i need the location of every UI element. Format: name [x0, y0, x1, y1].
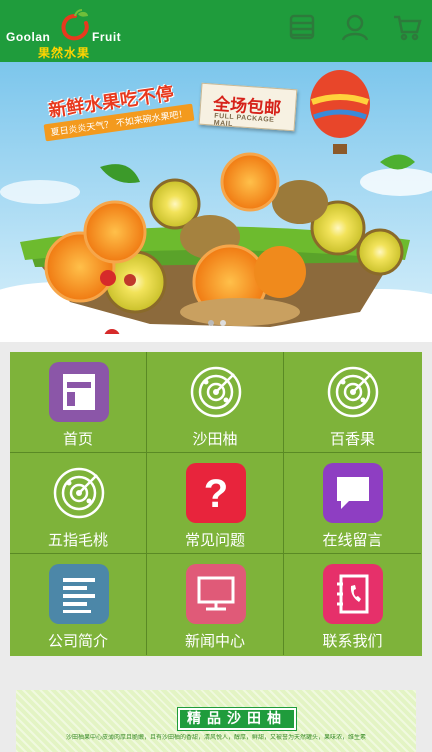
nav-label: 首页: [62, 430, 93, 448]
menu-list-icon[interactable]: [287, 12, 317, 42]
section-intro: 沙田柚果中心皮薄肉厚且脆嫩，且有沙田柚的香甜，清风悦人，醇厚，鲜甜，又被誉为天然…: [66, 734, 366, 741]
hero-banner[interactable]: 新鲜水果吃不停 夏日炎炎天气？ 不如来碗水果吧！ 全场包邮 FULL PACKA…: [0, 62, 432, 334]
cart-icon[interactable]: [392, 12, 422, 42]
logo-text-cn: 果然水果: [38, 46, 91, 60]
logo-text-goolan: Goolan: [6, 30, 51, 44]
text-lines-icon: [49, 564, 109, 624]
document-icon: [49, 362, 109, 422]
fruit-logo-mark-icon: [61, 9, 89, 41]
nav-item-message[interactable]: 在线留言: [284, 453, 421, 554]
nav-item-news[interactable]: 新闻中心: [147, 554, 284, 655]
question-icon: ?: [186, 463, 246, 523]
radar-icon: [186, 362, 246, 422]
svg-text:?: ?: [204, 472, 228, 516]
user-icon[interactable]: [340, 12, 370, 42]
page: Goolan Fruit 果然水果 新鲜水果吃不停 夏日炎炎天气？ 不如来碗水果…: [0, 0, 432, 752]
nav-item-passionfruit[interactable]: 百香果: [284, 352, 421, 453]
contact-book-icon: [323, 564, 383, 624]
banner-bottom-strip: [0, 334, 432, 342]
carousel-dots: [208, 320, 226, 326]
nav-label: 在线留言: [322, 531, 383, 549]
radar-icon: [49, 463, 109, 523]
nav-label: 五指毛桃: [47, 531, 108, 549]
nav-item-pomelo[interactable]: 沙田柚: [147, 352, 284, 453]
nav-label: 沙田柚: [192, 430, 238, 448]
nav-item-faq[interactable]: ? 常见问题: [147, 453, 284, 554]
nav-label: 百香果: [329, 430, 375, 448]
nav-label: 公司简介: [47, 632, 108, 650]
featured-section-card: 精品沙田柚 沙田柚果中心皮薄肉厚且脆嫩，且有沙田柚的香甜，清风悦人，醇厚，鲜甜，…: [16, 690, 416, 752]
section-title: 精品沙田柚: [177, 707, 297, 731]
nav-item-about[interactable]: 公司简介: [10, 554, 147, 655]
free-shipping-tag: 全场包邮 FULL PACKAGE MAIL: [198, 82, 298, 132]
carousel-dot-1[interactable]: [208, 320, 214, 326]
nav-label: 新闻中心: [184, 632, 245, 650]
carousel-dot-2[interactable]: [220, 320, 226, 326]
radar-icon: [323, 362, 383, 422]
chat-bubble-icon: [323, 463, 383, 523]
nav-item-home[interactable]: 首页: [10, 352, 147, 453]
top-header: Goolan Fruit 果然水果: [0, 0, 432, 62]
nav-grid: 首页 沙田柚 百香果 五指毛桃 ? 常见问题 在线留言 公司简介 新闻中心 联系…: [10, 352, 422, 656]
nav-item-contact[interactable]: 联系我们: [284, 554, 421, 655]
nav-item-fivefinger-peach[interactable]: 五指毛桃: [10, 453, 147, 554]
nav-label: 常见问题: [184, 531, 245, 549]
logo-text-fruit: Fruit: [92, 30, 122, 44]
monitor-icon: [186, 564, 246, 624]
site-logo[interactable]: Goolan Fruit 果然水果: [4, 6, 134, 60]
nav-label: 联系我们: [322, 632, 383, 650]
